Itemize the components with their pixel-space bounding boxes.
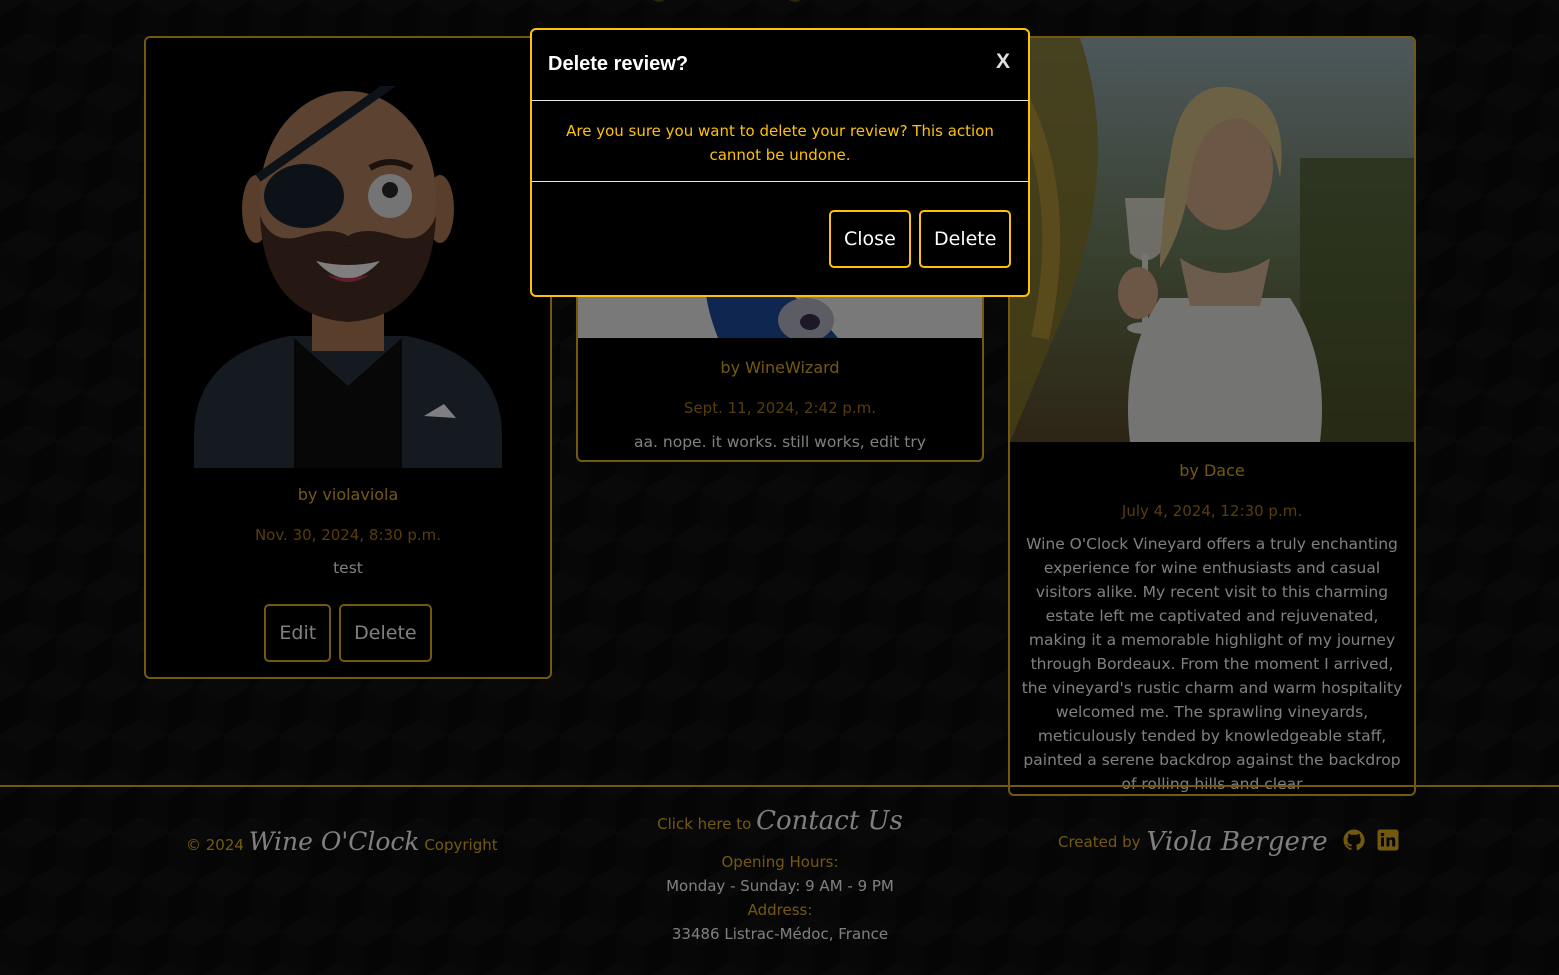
modal-header: Delete review? X [532,30,1028,101]
delete-review-modal: Delete review? X Are you sure you want t… [530,28,1030,297]
close-button[interactable]: Close [829,210,911,268]
close-icon[interactable]: X [996,50,1010,74]
modal-message: Are you sure you want to delete your rev… [532,101,1028,182]
confirm-delete-button[interactable]: Delete [919,210,1012,268]
modal-title: Delete review? [548,53,689,75]
modal-footer: Close Delete [532,182,1028,295]
